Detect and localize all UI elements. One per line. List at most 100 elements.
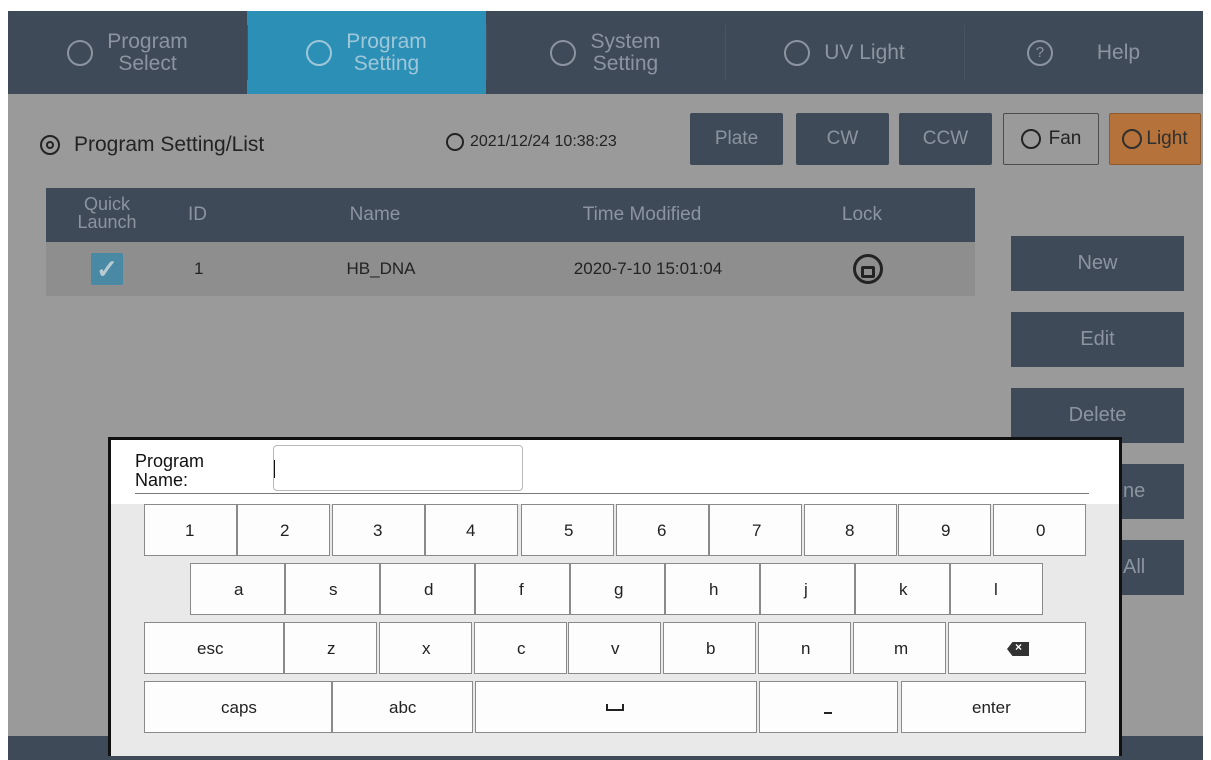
key-abc[interactable]: abc — [332, 681, 473, 733]
tab-program-setting[interactable]: ≡ Program Setting — [247, 11, 486, 94]
top-navigation: Program Select ≡ Program Setting System … — [8, 11, 1203, 94]
light-icon — [1122, 129, 1143, 149]
table-header: Quick Launch ID Name Time Modified Lock — [46, 188, 975, 242]
key-esc[interactable]: esc — [144, 622, 284, 674]
quick-launch-checkbox[interactable]: ✓ — [91, 253, 123, 285]
tab-system-setting-label-2: Setting — [592, 51, 659, 75]
tab-uv-light-label: UV Light — [824, 40, 905, 64]
onscreen-keyboard: Program Name: 1 2 3 4 5 6 7 8 9 0 a s d … — [108, 437, 1122, 756]
key-a[interactable]: a — [190, 563, 285, 615]
backspace-icon — [1007, 642, 1029, 656]
header-quick-launch-1: Quick — [83, 194, 130, 214]
tab-program-select[interactable]: Program Select — [8, 11, 247, 94]
help-icon: ? — [1026, 39, 1053, 66]
key-6[interactable]: 6 — [616, 504, 709, 556]
gear-icon — [67, 39, 94, 66]
key-underscore[interactable] — [759, 681, 898, 733]
space-icon — [606, 704, 624, 711]
delete-button-label: Delete — [1068, 404, 1127, 426]
header-lock: Lock — [841, 204, 883, 225]
program-name-label-1: Program — [135, 451, 205, 471]
target-icon — [40, 135, 60, 155]
delete-button[interactable]: Delete — [1011, 388, 1184, 443]
key-7[interactable]: 7 — [709, 504, 802, 556]
key-d[interactable]: d — [380, 563, 475, 615]
key-f[interactable]: f — [475, 563, 570, 615]
underscore-icon — [824, 712, 832, 714]
ccw-button-label: CCW — [922, 128, 969, 149]
key-backspace[interactable] — [948, 622, 1086, 674]
key-3[interactable]: 3 — [332, 504, 425, 556]
fan-button-label: Fan — [1048, 128, 1082, 149]
edit-button-label: Edit — [1080, 328, 1115, 350]
key-0[interactable]: 0 — [993, 504, 1086, 556]
list-icon: ≡ — [306, 39, 333, 66]
tab-help-label: Help — [1096, 40, 1141, 64]
unlock-icon[interactable] — [853, 254, 883, 284]
key-1[interactable]: 1 — [144, 504, 237, 556]
key-k[interactable]: k — [855, 563, 950, 615]
header-id: ID — [188, 204, 207, 225]
fan-icon — [1020, 129, 1041, 149]
breadcrumb: Program Setting/List — [40, 133, 264, 157]
tab-program-select-label-2: Select — [118, 51, 177, 75]
key-9[interactable]: 9 — [898, 504, 991, 556]
tab-system-setting[interactable]: System Setting — [486, 11, 725, 94]
key-2[interactable]: 2 — [237, 504, 330, 556]
header-time-modified: Time Modified — [582, 204, 702, 225]
key-z[interactable]: z — [284, 622, 377, 674]
key-n[interactable]: n — [758, 622, 851, 674]
program-name-label-2: Name: — [135, 470, 189, 490]
tab-uv-light[interactable]: ✳ UV Light — [725, 11, 964, 94]
row-id: 1 — [194, 259, 204, 278]
tab-program-select-label-1: Program — [107, 29, 188, 53]
header-name: Name — [349, 204, 401, 225]
cw-button[interactable]: CW — [796, 113, 889, 165]
key-4[interactable]: 4 — [425, 504, 518, 556]
datetime-text: 2021/12/24 10:38:23 — [470, 133, 617, 150]
program-name-input[interactable] — [273, 445, 523, 491]
key-x[interactable]: x — [379, 622, 472, 674]
key-m[interactable]: m — [853, 622, 946, 674]
tab-system-setting-label-1: System — [590, 29, 661, 53]
key-h[interactable]: h — [665, 563, 760, 615]
key-c[interactable]: c — [474, 622, 567, 674]
uv-light-icon: ✳ — [784, 39, 811, 66]
datetime-display: 2021/12/24 10:38:23 — [446, 133, 617, 151]
row-time-modified: 2020-7-10 15:01:04 — [573, 259, 723, 278]
key-enter[interactable]: enter — [901, 681, 1086, 733]
program-table: Quick Launch ID Name Time Modified Lock … — [46, 188, 975, 296]
divider — [135, 493, 1089, 494]
check-icon: ✓ — [96, 253, 118, 284]
plate-button-label: Plate — [714, 128, 759, 149]
tab-help[interactable]: ? Help — [964, 11, 1203, 94]
tab-program-setting-label-1: Program — [346, 29, 427, 53]
light-button[interactable]: Light — [1109, 113, 1201, 165]
table-row[interactable]: ✓ 1 HB_DNA 2020-7-10 15:01:04 — [46, 242, 975, 296]
key-area: 1 2 3 4 5 6 7 8 9 0 a s d f g h j k l es… — [111, 504, 1119, 756]
program-name-label: Program Name: — [135, 452, 204, 490]
side-button-5-label: All — [1123, 556, 1146, 578]
key-5[interactable]: 5 — [521, 504, 614, 556]
key-g[interactable]: g — [570, 563, 665, 615]
key-8[interactable]: 8 — [804, 504, 897, 556]
header-quick-launch: Quick Launch — [46, 195, 168, 231]
key-caps[interactable]: caps — [144, 681, 332, 733]
key-l[interactable]: l — [950, 563, 1043, 615]
clock-icon — [446, 133, 464, 151]
ccw-button[interactable]: CCW — [899, 113, 992, 165]
key-j[interactable]: j — [760, 563, 855, 615]
breadcrumb-text: Program Setting/List — [74, 133, 265, 156]
key-v[interactable]: v — [568, 622, 661, 674]
edit-button[interactable]: Edit — [1011, 312, 1184, 367]
settings-icon — [550, 39, 577, 66]
new-button-label: New — [1077, 252, 1118, 274]
key-b[interactable]: b — [663, 622, 756, 674]
key-s[interactable]: s — [285, 563, 380, 615]
cw-button-label: CW — [826, 128, 859, 149]
row-name: HB_DNA — [346, 259, 416, 278]
key-space[interactable] — [475, 681, 757, 733]
fan-button[interactable]: Fan — [1003, 113, 1099, 165]
plate-button[interactable]: Plate — [690, 113, 783, 165]
new-button[interactable]: New — [1011, 236, 1184, 291]
